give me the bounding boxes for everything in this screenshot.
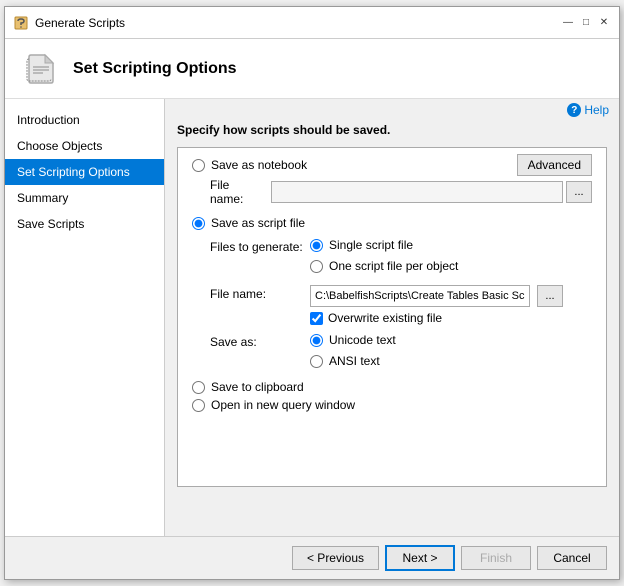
unicode-radio[interactable] bbox=[310, 334, 323, 347]
ansi-radio[interactable] bbox=[310, 355, 323, 368]
open-query-label: Open in new query window bbox=[211, 398, 355, 412]
content-area: ? Help Specify how scripts should be sav… bbox=[165, 99, 619, 536]
footer-bar: < Previous Next > Finish Cancel bbox=[5, 536, 619, 579]
help-label: Help bbox=[584, 103, 609, 117]
single-script-row: Single script file bbox=[310, 238, 458, 252]
save-as-options: Unicode text ANSI text bbox=[310, 333, 396, 372]
sidebar: Introduction Choose Objects Set Scriptin… bbox=[5, 99, 165, 536]
script-file-input-row: ... bbox=[310, 285, 563, 307]
overwrite-label: Overwrite existing file bbox=[328, 311, 442, 325]
sidebar-item-set-scripting-options[interactable]: Set Scripting Options bbox=[5, 159, 164, 185]
main-area: Introduction Choose Objects Set Scriptin… bbox=[5, 99, 619, 536]
open-query-radio[interactable] bbox=[192, 399, 205, 412]
save-as-script-row: Save as script file bbox=[192, 216, 592, 230]
script-file-input[interactable] bbox=[310, 285, 530, 307]
notebook-browse-button[interactable]: ... bbox=[566, 181, 592, 203]
window-controls: — □ ✕ bbox=[561, 16, 611, 30]
maximize-button[interactable]: □ bbox=[579, 16, 593, 30]
main-window: Generate Scripts — □ ✕ Set Scripting Opt… bbox=[4, 6, 620, 580]
save-as-notebook-radio[interactable] bbox=[192, 159, 205, 172]
one-per-object-radio[interactable] bbox=[310, 260, 323, 273]
unicode-label: Unicode text bbox=[329, 333, 396, 347]
notebook-file-label: File name: bbox=[210, 178, 265, 206]
page-title: Set Scripting Options bbox=[73, 60, 237, 78]
next-button[interactable]: Next > bbox=[385, 545, 455, 571]
overwrite-row: Overwrite existing file bbox=[310, 311, 563, 325]
ansi-label: ANSI text bbox=[329, 354, 380, 368]
one-per-object-row: One script file per object bbox=[310, 259, 458, 273]
advanced-button[interactable]: Advanced bbox=[517, 154, 592, 176]
title-bar: Generate Scripts — □ ✕ bbox=[5, 7, 619, 39]
close-button[interactable]: ✕ bbox=[597, 16, 611, 30]
minimize-button[interactable]: — bbox=[561, 16, 575, 30]
sidebar-item-summary[interactable]: Summary bbox=[5, 185, 164, 211]
content-inner: Specify how scripts should be saved. Adv… bbox=[165, 121, 619, 536]
finish-button[interactable]: Finish bbox=[461, 546, 531, 570]
header-icon bbox=[21, 49, 61, 89]
save-to-clipboard-radio[interactable] bbox=[192, 381, 205, 394]
previous-button[interactable]: < Previous bbox=[292, 546, 379, 570]
single-script-label: Single script file bbox=[329, 238, 413, 252]
script-filename-section: File name: ... Overwrite existing file bbox=[210, 285, 592, 325]
sidebar-item-introduction[interactable]: Introduction bbox=[5, 107, 164, 133]
save-as-notebook-label: Save as notebook bbox=[211, 158, 307, 172]
instruction-text: Specify how scripts should be saved. bbox=[177, 123, 607, 137]
options-panel: Advanced Save as notebook File name: ... bbox=[177, 147, 607, 487]
help-link[interactable]: ? Help bbox=[567, 103, 609, 117]
save-as-label: Save as: bbox=[210, 333, 310, 349]
script-file-label: File name: bbox=[210, 285, 310, 301]
ansi-row: ANSI text bbox=[310, 354, 396, 368]
save-to-clipboard-row: Save to clipboard bbox=[192, 380, 592, 394]
help-icon: ? bbox=[567, 103, 581, 117]
notebook-file-input[interactable] bbox=[271, 181, 563, 203]
one-per-object-label: One script file per object bbox=[329, 259, 458, 273]
script-options-section: Files to generate: Single script file On… bbox=[192, 238, 592, 372]
header-area: Set Scripting Options bbox=[5, 39, 619, 99]
window-title: Generate Scripts bbox=[35, 16, 561, 30]
save-as-script-radio[interactable] bbox=[192, 217, 205, 230]
notebook-filename-row: File name: ... bbox=[192, 178, 592, 206]
save-to-clipboard-label: Save to clipboard bbox=[211, 380, 304, 394]
overwrite-checkbox[interactable] bbox=[310, 312, 323, 325]
help-bar: ? Help bbox=[165, 99, 619, 121]
save-as-section: Save as: Unicode text ANSI text bbox=[210, 333, 592, 372]
window-icon bbox=[13, 15, 29, 31]
script-browse-button[interactable]: ... bbox=[537, 285, 563, 307]
sidebar-item-choose-objects[interactable]: Choose Objects bbox=[5, 133, 164, 159]
open-query-row: Open in new query window bbox=[192, 398, 592, 412]
script-file-row: ... Overwrite existing file bbox=[310, 285, 563, 325]
files-to-generate-section: Files to generate: Single script file On… bbox=[210, 238, 592, 277]
unicode-row: Unicode text bbox=[310, 333, 396, 347]
sidebar-item-save-scripts[interactable]: Save Scripts bbox=[5, 211, 164, 237]
files-to-generate-label: Files to generate: bbox=[210, 238, 310, 254]
files-to-generate-options: Single script file One script file per o… bbox=[310, 238, 458, 277]
single-script-radio[interactable] bbox=[310, 239, 323, 252]
cancel-button[interactable]: Cancel bbox=[537, 546, 607, 570]
save-as-script-label: Save as script file bbox=[211, 216, 305, 230]
save-as-notebook-row: Save as notebook bbox=[192, 158, 517, 172]
